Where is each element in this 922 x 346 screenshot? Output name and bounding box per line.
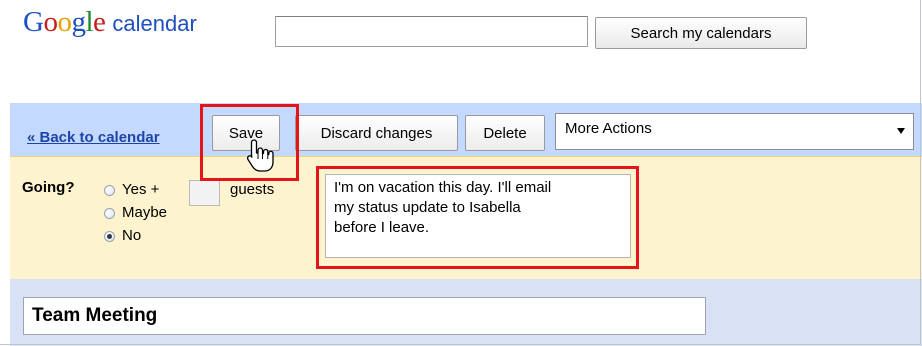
rsvp-no-label: No: [122, 227, 142, 244]
rsvp-yes-radio[interactable]: [104, 185, 115, 196]
delete-button[interactable]: Delete: [465, 115, 545, 151]
more-actions-selected-value: More Actions: [565, 120, 652, 137]
more-actions-select[interactable]: More Actions: [555, 113, 914, 150]
guests-label: guests: [230, 181, 275, 198]
discard-changes-button[interactable]: Discard changes: [295, 115, 458, 151]
going-label: Going?: [22, 179, 75, 196]
search-my-calendars-button[interactable]: Search my calendars: [595, 17, 807, 49]
rsvp-no-radio[interactable]: [104, 231, 115, 242]
google-calendar-logo[interactable]: Google calendar: [23, 6, 197, 42]
search-input[interactable]: [275, 16, 588, 47]
dropdown-caret-icon: [897, 128, 905, 134]
rsvp-comment-textarea[interactable]: I'm on vacation this day. I'll email my …: [325, 174, 631, 258]
comment-line: my status update to Isabella: [334, 199, 521, 216]
comment-line: before I leave.: [334, 219, 430, 236]
hand-pointer-cursor-icon: [246, 139, 274, 172]
back-to-calendar-link[interactable]: « Back to calendar: [27, 129, 160, 146]
guests-count-input[interactable]: [189, 180, 220, 206]
rsvp-maybe-label: Maybe: [122, 204, 168, 221]
logo-google-wordmark: Google: [23, 6, 106, 38]
rsvp-yes-label: Yes +: [122, 181, 160, 198]
logo-calendar-text: calendar: [112, 11, 197, 36]
rsvp-maybe-radio[interactable]: [104, 208, 115, 219]
event-title-input[interactable]: Team Meeting: [23, 297, 706, 335]
comment-line: I'm on vacation this day. I'll email: [334, 179, 552, 196]
